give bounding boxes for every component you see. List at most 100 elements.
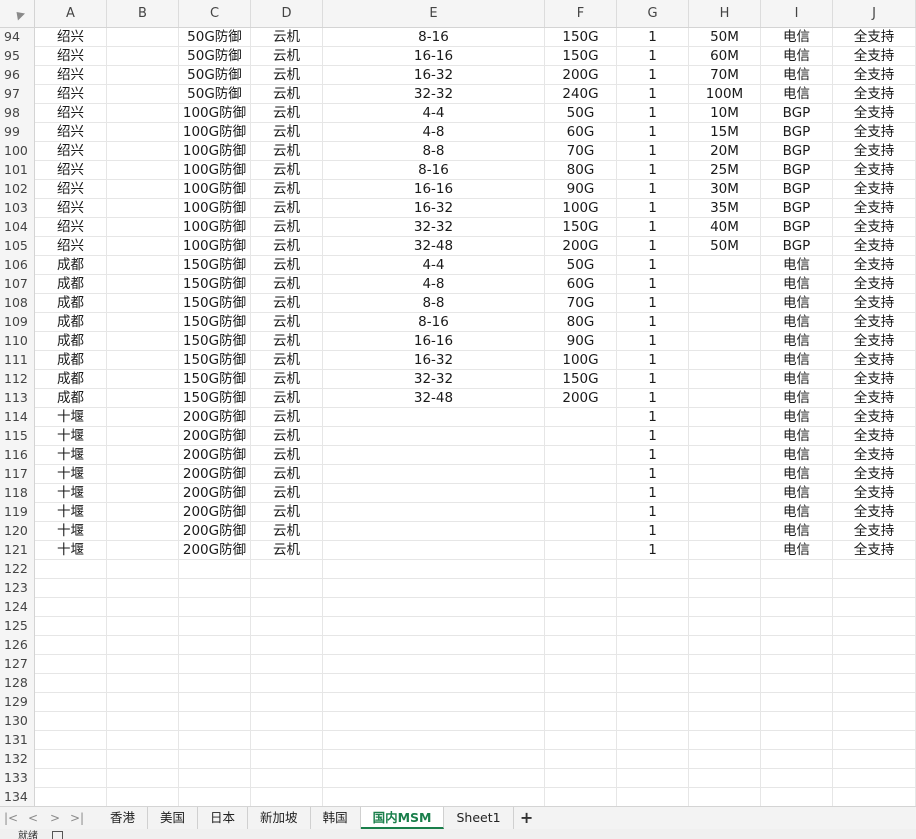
- cell-h[interactable]: [689, 693, 761, 711]
- row-header[interactable]: 116: [0, 446, 35, 465]
- cell-i[interactable]: 电信: [761, 522, 833, 540]
- cell-d[interactable]: 云机: [251, 237, 323, 255]
- cell-g[interactable]: 1: [617, 427, 689, 445]
- cell-h[interactable]: [689, 617, 761, 635]
- cell-d[interactable]: 云机: [251, 541, 323, 559]
- cell-c[interactable]: [179, 788, 251, 806]
- cell-b[interactable]: [107, 750, 179, 768]
- cell-j[interactable]: 全支持: [833, 104, 916, 122]
- sheet-tab[interactable]: 香港: [98, 807, 149, 829]
- prev-sheet-icon[interactable]: <: [22, 807, 44, 829]
- cell-h[interactable]: [689, 503, 761, 521]
- cell-h[interactable]: 40M: [689, 218, 761, 236]
- cell-a[interactable]: 绍兴: [35, 180, 107, 198]
- cell-b[interactable]: [107, 104, 179, 122]
- cell-c[interactable]: [179, 598, 251, 616]
- cell-g[interactable]: 1: [617, 47, 689, 65]
- cell-j[interactable]: 全支持: [833, 237, 916, 255]
- cell-i[interactable]: 电信: [761, 28, 833, 46]
- cell-g[interactable]: 1: [617, 389, 689, 407]
- cell-j[interactable]: 全支持: [833, 465, 916, 483]
- cell-b[interactable]: [107, 484, 179, 502]
- cell-f[interactable]: [545, 503, 617, 521]
- cell-i[interactable]: 电信: [761, 370, 833, 388]
- cell-e[interactable]: 4-8: [323, 275, 545, 293]
- cell-d[interactable]: 云机: [251, 28, 323, 46]
- cell-d[interactable]: 云机: [251, 408, 323, 426]
- cell-b[interactable]: [107, 579, 179, 597]
- cell-g[interactable]: 1: [617, 28, 689, 46]
- cell-d[interactable]: [251, 579, 323, 597]
- cell-g[interactable]: 1: [617, 313, 689, 331]
- cell-j[interactable]: [833, 560, 916, 578]
- cell-e[interactable]: [323, 427, 545, 445]
- cell-b[interactable]: [107, 427, 179, 445]
- cell-i[interactable]: [761, 712, 833, 730]
- cell-d[interactable]: 云机: [251, 275, 323, 293]
- cell-i[interactable]: 电信: [761, 446, 833, 464]
- cell-h[interactable]: [689, 389, 761, 407]
- cell-d[interactable]: 云机: [251, 66, 323, 84]
- cell-a[interactable]: 成都: [35, 332, 107, 350]
- cell-c[interactable]: 150G防御: [179, 313, 251, 331]
- cell-e[interactable]: [323, 617, 545, 635]
- cell-b[interactable]: [107, 351, 179, 369]
- cell-a[interactable]: [35, 750, 107, 768]
- cell-j[interactable]: 全支持: [833, 199, 916, 217]
- cell-a[interactable]: [35, 674, 107, 692]
- cell-a[interactable]: 绍兴: [35, 218, 107, 236]
- cell-g[interactable]: [617, 712, 689, 730]
- cell-e[interactable]: [323, 750, 545, 768]
- row-header[interactable]: 127: [0, 655, 35, 674]
- cell-e[interactable]: [323, 579, 545, 597]
- cell-h[interactable]: 25M: [689, 161, 761, 179]
- cell-b[interactable]: [107, 85, 179, 103]
- cell-h[interactable]: [689, 484, 761, 502]
- cell-g[interactable]: [617, 617, 689, 635]
- cell-a[interactable]: [35, 788, 107, 806]
- cell-a[interactable]: [35, 636, 107, 654]
- cell-e[interactable]: 32-48: [323, 237, 545, 255]
- cell-h[interactable]: [689, 598, 761, 616]
- column-header-d[interactable]: D: [251, 0, 323, 27]
- row-header[interactable]: 105: [0, 237, 35, 256]
- cell-a[interactable]: [35, 560, 107, 578]
- sheet-tab[interactable]: Sheet1: [444, 807, 514, 829]
- cell-a[interactable]: [35, 617, 107, 635]
- cell-f[interactable]: 90G: [545, 332, 617, 350]
- cell-j[interactable]: 全支持: [833, 85, 916, 103]
- cell-i[interactable]: 电信: [761, 427, 833, 445]
- cell-i[interactable]: BGP: [761, 180, 833, 198]
- cell-a[interactable]: 成都: [35, 294, 107, 312]
- cell-i[interactable]: 电信: [761, 66, 833, 84]
- cell-d[interactable]: [251, 750, 323, 768]
- cell-c[interactable]: [179, 712, 251, 730]
- sheet-tab[interactable]: 韩国: [311, 807, 361, 829]
- cell-f[interactable]: [545, 446, 617, 464]
- cell-d[interactable]: [251, 788, 323, 806]
- cell-j[interactable]: 全支持: [833, 256, 916, 274]
- cell-c[interactable]: 150G防御: [179, 256, 251, 274]
- row-header[interactable]: 112: [0, 370, 35, 389]
- cell-e[interactable]: [323, 560, 545, 578]
- row-header[interactable]: 131: [0, 731, 35, 750]
- cell-j[interactable]: 全支持: [833, 503, 916, 521]
- cell-g[interactable]: [617, 750, 689, 768]
- cell-d[interactable]: [251, 769, 323, 787]
- cell-h[interactable]: [689, 465, 761, 483]
- cell-c[interactable]: [179, 579, 251, 597]
- cell-g[interactable]: 1: [617, 408, 689, 426]
- cell-h[interactable]: 30M: [689, 180, 761, 198]
- row-header[interactable]: 129: [0, 693, 35, 712]
- cell-g[interactable]: [617, 674, 689, 692]
- cell-g[interactable]: [617, 560, 689, 578]
- cell-i[interactable]: BGP: [761, 218, 833, 236]
- cell-c[interactable]: [179, 693, 251, 711]
- cell-b[interactable]: [107, 256, 179, 274]
- cell-c[interactable]: 100G防御: [179, 237, 251, 255]
- cell-g[interactable]: 1: [617, 66, 689, 84]
- cell-b[interactable]: [107, 332, 179, 350]
- cell-d[interactable]: [251, 693, 323, 711]
- cell-i[interactable]: [761, 750, 833, 768]
- cell-d[interactable]: 云机: [251, 427, 323, 445]
